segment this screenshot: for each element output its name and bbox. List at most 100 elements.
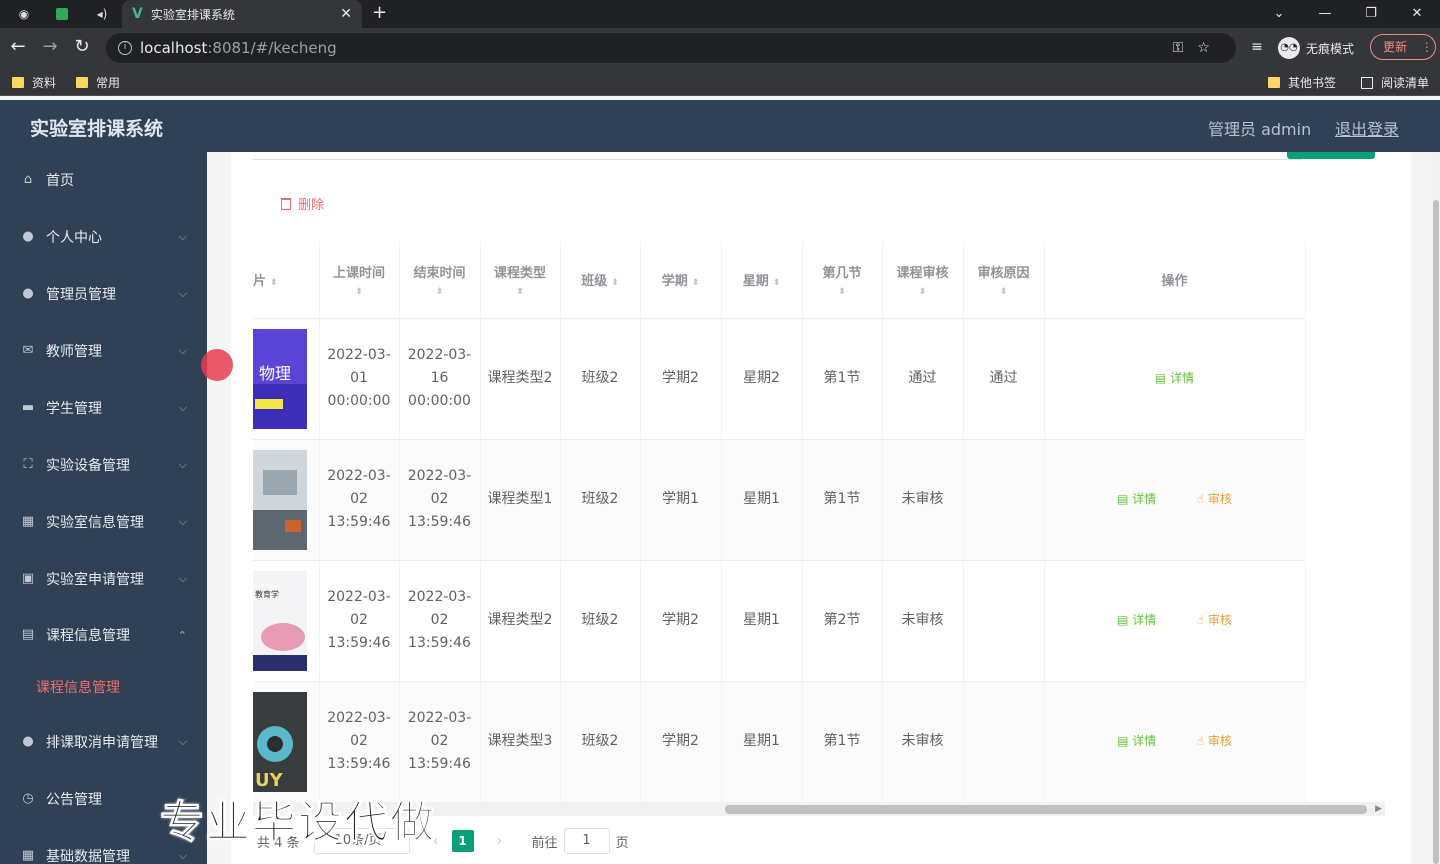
course-thumbnail[interactable] xyxy=(253,449,307,550)
tab-search-icon[interactable]: ⌄ xyxy=(1256,0,1302,28)
sort-icon[interactable]: ⬍ xyxy=(803,287,882,297)
scrollbar-thumb[interactable] xyxy=(725,805,1367,814)
cell-class: 班级2 xyxy=(560,560,641,682)
col-start-time[interactable]: 上课时间 ⬍ xyxy=(319,242,400,319)
col-audit[interactable]: 课程审核 ⬍ xyxy=(882,242,964,319)
sidebar-item-home[interactable]: ⌂ 首页 xyxy=(0,160,207,200)
reload-icon[interactable]: ↻ xyxy=(71,36,93,58)
detail-label: 详情 xyxy=(1132,613,1157,627)
sidebar-item-profile[interactable]: ● 个人中心 ⌵ xyxy=(0,217,207,257)
review-label: 审核 xyxy=(1207,734,1232,748)
col-course-type[interactable]: 课程类型 ⬍ xyxy=(480,242,561,319)
back-icon[interactable]: ← xyxy=(7,36,29,58)
col-period[interactable]: 第几节 ⬍ xyxy=(802,242,883,319)
cell-type: 课程类型2 xyxy=(480,318,561,440)
table-row: UY 2022-03-02 13:59:46 2022-03-02 13:59:… xyxy=(253,681,1306,803)
key-star-icons[interactable]: ⚿☆ xyxy=(1173,40,1224,56)
review-button[interactable]: ☝ 审核 xyxy=(1197,734,1232,748)
page-suffix: 页 xyxy=(615,835,629,851)
detail-button[interactable]: ▤ 详情 xyxy=(1117,734,1156,748)
update-button[interactable]: 更新 ⋮ xyxy=(1370,34,1436,60)
sidebar-item-admins[interactable]: ● 管理员管理 ⌵ xyxy=(0,274,207,314)
app-tab-icon[interactable] xyxy=(44,0,80,28)
sort-icon[interactable]: ⬍ xyxy=(320,287,399,297)
table-row: 物理 2022-03-01 00:00:00 2022-03-16 00:00:… xyxy=(253,318,1306,440)
site-info-icon[interactable]: i xyxy=(118,41,132,55)
sidebar-item-course-info[interactable]: ▤ 课程信息管理 ⌃ xyxy=(0,615,207,655)
detail-button[interactable]: ▤ 详情 xyxy=(1117,492,1156,506)
delete-button[interactable]: 删除 xyxy=(281,194,324,213)
detail-label: 详情 xyxy=(1170,371,1195,385)
scroll-right-icon[interactable]: ▶ xyxy=(1375,802,1382,816)
cell-reason: 通过 xyxy=(963,318,1045,440)
col-class[interactable]: 班级 ⬍ xyxy=(560,242,641,319)
search-button[interactable] xyxy=(1287,152,1375,159)
sidebar-item-cancel-apply[interactable]: ● 排课取消申请管理 ⌵ xyxy=(0,722,207,762)
close-window-icon[interactable]: ✕ xyxy=(1394,0,1440,28)
reading-list-icon xyxy=(1361,76,1373,89)
sidebar-item-students[interactable]: ▬ 学生管理 ⌵ xyxy=(0,388,207,428)
incognito-indicator[interactable]: ◔◔ 无痕模式 xyxy=(1278,37,1354,59)
bookmark-label: 资料 xyxy=(32,76,57,90)
goto-page-input[interactable]: 1 xyxy=(563,828,610,854)
col-photo[interactable]: 片 ⬍ xyxy=(253,242,320,319)
next-page-icon[interactable]: › xyxy=(488,834,512,849)
review-button[interactable]: ☝ 审核 xyxy=(1197,492,1232,506)
reading-mode-icon[interactable]: ≡ xyxy=(1246,36,1268,58)
new-tab-button[interactable]: + xyxy=(372,2,387,23)
sort-icon[interactable]: ⬍ xyxy=(481,287,560,297)
detail-button[interactable]: ▤ 详情 xyxy=(1117,613,1156,627)
sidebar-item-lab-info[interactable]: ▦ 实验室信息管理 ⌵ xyxy=(0,502,207,542)
close-tab-icon[interactable]: ✕ xyxy=(340,6,352,22)
cell-week: 星期1 xyxy=(721,681,803,803)
user-icon: ● xyxy=(22,229,34,244)
address-bar[interactable]: i localhost:8081/#/kecheng ⚿☆ xyxy=(106,33,1236,63)
sort-icon[interactable]: ⬍ xyxy=(270,278,278,288)
col-weekday[interactable]: 星期 ⬍ xyxy=(721,242,803,319)
cell-class: 班级2 xyxy=(560,318,641,440)
course-thumbnail[interactable]: 教育学 xyxy=(253,570,307,671)
detail-button[interactable]: ▤ 详情 xyxy=(1155,371,1194,385)
detail-label: 详情 xyxy=(1132,734,1157,748)
sort-icon[interactable]: ⬍ xyxy=(611,278,619,288)
cell-end: 2022-03-16 00:00:00 xyxy=(399,318,481,440)
restore-icon[interactable]: ❐ xyxy=(1348,0,1394,28)
vertical-scrollbar[interactable] xyxy=(1432,152,1440,864)
table-row: 教育学 2022-03-02 13:59:46 2022-03-02 13:59… xyxy=(253,560,1306,682)
course-table: 片 ⬍ 上课时间 ⬍ 结束时间 ⬍ 课程类型 ⬍ 班级 ⬍ 学期 ⬍ 星期 ⬍ 第几节 ⬍ 课程… xyxy=(253,242,1306,803)
other-bookmarks[interactable]: 其他书签 xyxy=(1268,74,1336,91)
col-term[interactable]: 学期 ⬍ xyxy=(640,242,722,319)
sidebar-item-lab-apply[interactable]: ▣ 实验室申请管理 ⌵ xyxy=(0,559,207,599)
forward-icon[interactable]: → xyxy=(39,36,61,58)
folder-icon xyxy=(1268,77,1280,88)
sort-icon[interactable]: ⬍ xyxy=(964,287,1044,297)
reading-list[interactable]: 阅读清单 xyxy=(1361,74,1429,91)
minimize-icon[interactable]: — xyxy=(1302,0,1348,28)
logout-link[interactable]: 退出登录 xyxy=(1335,116,1399,140)
sort-icon[interactable]: ⬍ xyxy=(773,278,781,288)
sidebar-item-equipment[interactable]: ⛶ 实验设备管理 ⌵ xyxy=(0,445,207,485)
review-button[interactable]: ☝ 审核 xyxy=(1197,613,1232,627)
cell-photo: UY xyxy=(253,681,320,803)
scrollbar-thumb[interactable] xyxy=(1433,200,1439,864)
thumb-text: 物理 xyxy=(259,364,291,383)
bookmark-label: 阅读清单 xyxy=(1381,76,1430,90)
speaker-icon[interactable]: ◂) xyxy=(84,0,120,28)
grid-icon: ▦ xyxy=(21,514,35,529)
page-1-button[interactable]: 1 xyxy=(451,830,474,852)
incognito-icon: ◔◔ xyxy=(1278,37,1300,59)
cell-week: 星期2 xyxy=(721,318,803,440)
sort-icon[interactable]: ⬍ xyxy=(400,287,480,297)
bookmark-folder-1[interactable]: 资料 xyxy=(12,74,56,91)
globe-icon[interactable]: ◉ xyxy=(6,0,42,28)
col-end-time[interactable]: 结束时间 ⬍ xyxy=(399,242,481,319)
tab-active[interactable]: V 实验室排课系统 ✕ xyxy=(122,0,362,28)
sort-icon[interactable]: ⬍ xyxy=(692,278,700,288)
bookmark-folder-2[interactable]: 常用 xyxy=(76,74,120,91)
sidebar-item-teachers[interactable]: ✉ 教师管理 ⌵ xyxy=(0,331,207,371)
sort-icon[interactable]: ⬍ xyxy=(883,287,963,297)
submenu-course-info[interactable]: 课程信息管理 xyxy=(0,672,207,704)
course-thumbnail[interactable]: 物理 xyxy=(253,328,307,429)
col-reason[interactable]: 审核原因 ⬍ xyxy=(963,242,1045,319)
course-thumbnail[interactable]: UY xyxy=(253,691,307,792)
